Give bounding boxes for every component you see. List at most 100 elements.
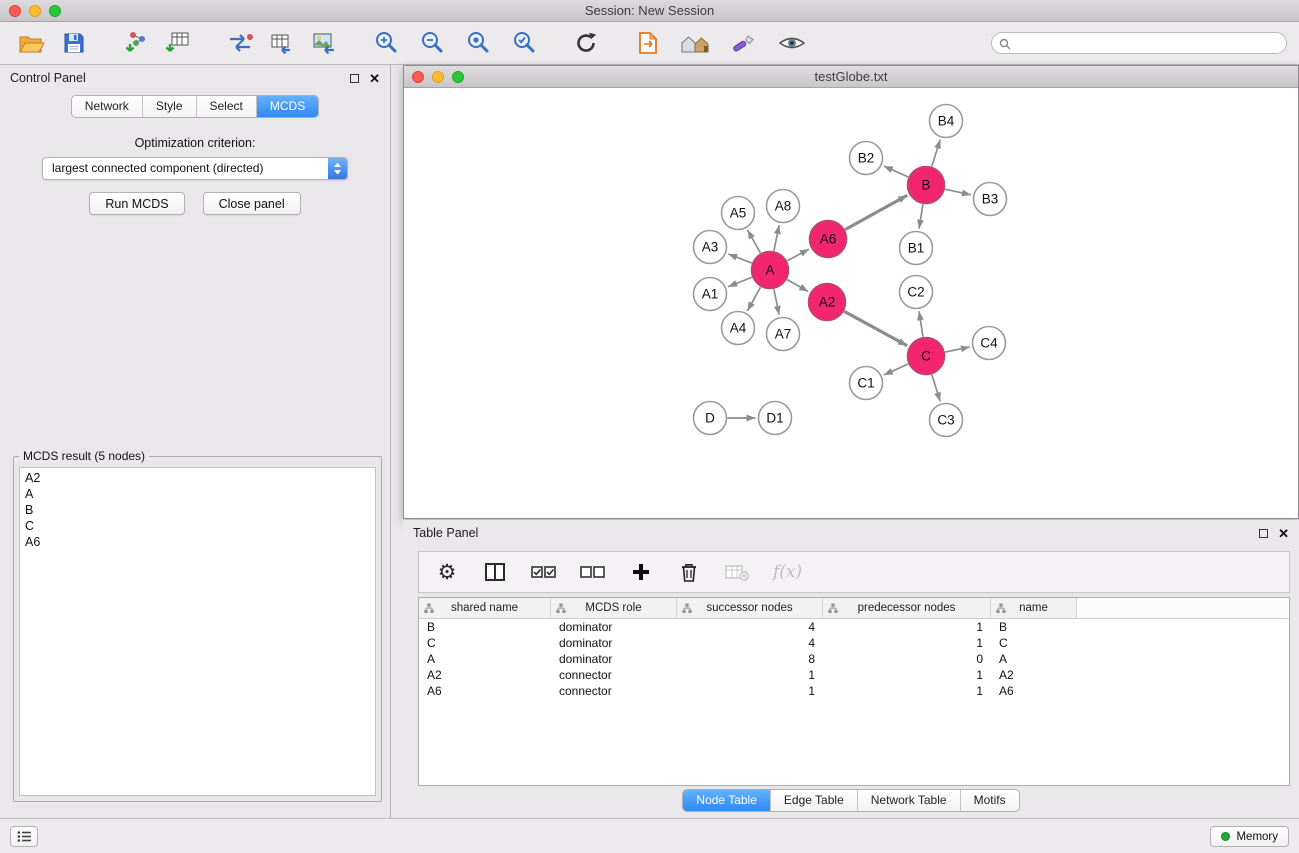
graph-node[interactable]: C [908,338,945,375]
graph-edge[interactable] [932,375,940,402]
graph-node[interactable]: A4 [722,312,755,345]
import-table-file-icon[interactable] [162,27,194,59]
graph-edge[interactable] [844,311,907,345]
float-panel-icon[interactable] [350,74,359,83]
graph-edge[interactable] [932,140,940,167]
export-image-icon[interactable] [308,27,340,59]
zoom-out-icon[interactable] [416,27,448,59]
table-row[interactable]: A6connector11A6 [419,683,1289,699]
graph-edge[interactable] [774,225,779,251]
show-graphics-details-icon[interactable] [776,27,808,59]
close-window-icon[interactable] [9,5,21,17]
mcds-result-list[interactable]: A2ABCA6 [19,467,376,796]
graph-node[interactable]: A3 [694,231,727,264]
graph-node[interactable]: C4 [973,327,1006,360]
delete-table-icon[interactable] [725,558,749,586]
minimize-network-window-icon[interactable] [432,71,444,83]
apply-style-icon[interactable] [728,27,760,59]
close-panel-button[interactable]: Close panel [203,192,301,215]
graph-edge[interactable] [748,230,761,253]
column-header[interactable]: predecessor nodes [823,598,991,618]
refresh-view-icon[interactable] [570,27,602,59]
tab-style[interactable]: Style [143,96,197,117]
zoom-selected-icon[interactable] [508,27,540,59]
column-header[interactable]: MCDS role [551,598,677,618]
graph-node[interactable]: A [752,252,789,289]
export-table-icon[interactable] [266,27,298,59]
close-table-panel-icon[interactable]: ✕ [1278,527,1289,540]
table-row[interactable]: Bdominator41B [419,619,1289,635]
memory-button[interactable]: Memory [1210,826,1289,847]
import-network-file-icon[interactable] [120,27,152,59]
graph-edge[interactable] [728,254,752,263]
zoom-network-window-icon[interactable] [452,71,464,83]
deselect-all-columns-icon[interactable] [580,558,605,586]
graph-node[interactable]: C2 [900,276,933,309]
zoom-window-icon[interactable] [49,5,61,17]
graph-edge[interactable] [945,189,971,195]
delete-column-icon[interactable] [677,558,701,586]
graph-node[interactable]: B2 [850,142,883,175]
tab-motifs[interactable]: Motifs [961,790,1019,811]
table-row[interactable]: Adominator80A [419,651,1289,667]
task-history-button[interactable] [10,826,38,847]
network-exchange-icon[interactable] [224,27,256,59]
table-row[interactable]: Cdominator41C [419,635,1289,651]
tab-node-table[interactable]: Node Table [683,790,771,811]
graph-node[interactable]: B3 [974,183,1007,216]
node-table[interactable]: shared nameMCDS rolesuccessor nodesprede… [418,597,1290,786]
graph-edge[interactable] [845,195,907,229]
table-row[interactable]: A2connector11A2 [419,667,1289,683]
select-all-columns-icon[interactable] [531,558,556,586]
column-header[interactable]: name [991,598,1077,618]
column-header[interactable]: shared name [419,598,551,618]
graph-node[interactable]: B [908,167,945,204]
graph-edge[interactable] [787,280,808,292]
tab-network-table[interactable]: Network Table [858,790,961,811]
column-visibility-icon[interactable] [483,558,507,586]
open-session-icon[interactable] [16,27,48,59]
graph-node[interactable]: A6 [810,221,847,258]
network-canvas[interactable]: AA1A2A3A4A5A6A7A8BB1B2B3B4CC1C2C3C4DD1 [404,88,1298,518]
graph-node[interactable]: A1 [694,278,727,311]
graph-node[interactable]: D1 [759,402,792,435]
tab-edge-table[interactable]: Edge Table [771,790,858,811]
graph-node[interactable]: A7 [767,318,800,351]
function-builder-icon[interactable]: f(x) [773,558,802,586]
search-input[interactable] [991,32,1287,54]
optimization-criterion-select[interactable]: largest connected component (directed) [42,157,348,180]
graph-edge[interactable] [919,204,923,228]
tab-network[interactable]: Network [72,96,143,117]
mcds-result-item[interactable]: A6 [20,534,375,550]
zoom-in-icon[interactable] [370,27,402,59]
add-column-icon[interactable] [629,558,653,586]
graph-edge[interactable] [919,311,923,336]
tab-select[interactable]: Select [197,96,257,117]
minimize-window-icon[interactable] [29,5,41,17]
graph-node[interactable]: B4 [930,105,963,138]
open-recent-file-icon[interactable] [632,27,664,59]
graph-node[interactable]: C1 [850,367,883,400]
tab-mcds[interactable]: MCDS [257,96,318,117]
graph-node[interactable]: A5 [722,197,755,230]
run-mcds-button[interactable]: Run MCDS [89,192,184,215]
graph-edge[interactable] [728,277,752,287]
zoom-fit-icon[interactable] [462,27,494,59]
mcds-result-item[interactable]: B [20,502,375,518]
graph-edge[interactable] [884,364,908,375]
close-panel-icon[interactable]: ✕ [369,72,380,85]
mcds-result-item[interactable]: C [20,518,375,534]
graph-edge[interactable] [945,347,970,352]
column-header[interactable]: successor nodes [677,598,823,618]
graph-edge[interactable] [774,289,779,315]
home-fit-icon[interactable] [680,27,712,59]
graph-node[interactable]: A8 [767,190,800,223]
save-session-icon[interactable] [58,27,90,59]
close-network-window-icon[interactable] [412,71,424,83]
graph-node[interactable]: D [694,402,727,435]
graph-node[interactable]: C3 [930,404,963,437]
graph-edge[interactable] [884,166,908,177]
float-table-panel-icon[interactable] [1259,529,1268,538]
graph-node[interactable]: A2 [809,284,846,321]
mcds-result-item[interactable]: A [20,486,375,502]
